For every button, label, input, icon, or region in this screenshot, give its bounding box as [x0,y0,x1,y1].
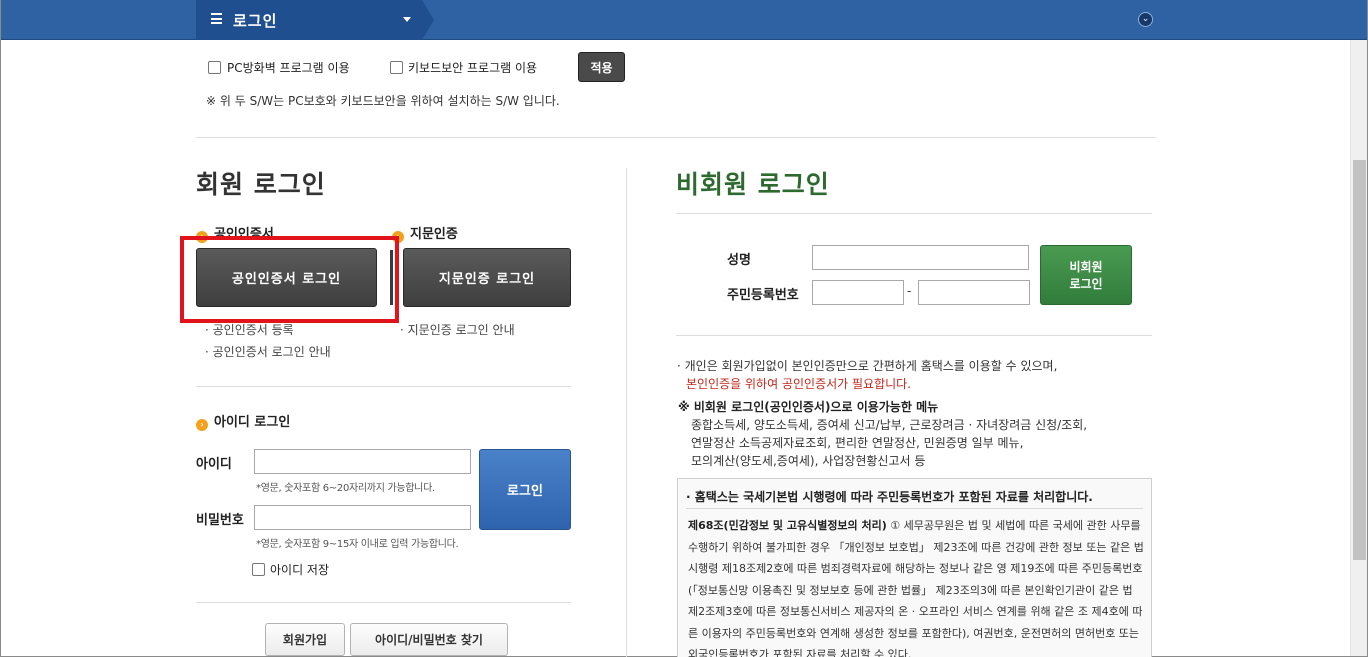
join-button[interactable]: 회원가입 [265,623,345,656]
login-button[interactable]: 로그인 [479,449,571,530]
rrn-dash: - [907,284,912,298]
highlight-box [180,236,399,323]
caret-down-icon[interactable] [403,17,411,22]
section-divider [196,137,1156,138]
rrn-label: 주민등록번호 [727,288,799,303]
law-article-title: 제68조(민감정보 및 고유식별정보의 처리) [688,519,887,532]
guest-divider-top [676,213,1152,214]
law-notice-box: · 홈택스는 국세기본법 시행령에 따라 주민등록번호가 포함된 자료를 처리합… [677,478,1152,657]
save-id-label: 아이디 저장 [270,563,330,577]
member-divider [196,386,571,387]
password-hint: *영문, 숫자포함 9~15자 이내로 입력 가능합니다. [256,539,459,550]
guest-login-heading: 비회원 로그인 [676,170,830,199]
keyboard-security-checkbox[interactable] [390,61,403,74]
guest-info-required: 본인인증을 위하여 공인인증서가 필요합니다. [686,377,912,391]
firewall-label: PC방화벽 프로그램 이용 [227,61,350,75]
rrn-back-input[interactable] [918,280,1030,305]
law-notice-title: · 홈택스는 국세기본법 시행령에 따라 주민등록번호가 포함된 자료를 처리합… [686,490,1093,504]
guest-menu-title: ※ 비회원 로그인(공인인증서)으로 이용가능한 메뉴 [678,400,939,414]
law-notice-text: 제68조(민감정보 및 고유식별정보의 처리) ① 세무공무원은 법 및 세법에… [688,515,1146,657]
member-bottom-divider [196,602,571,603]
guest-login-button[interactable]: 비회원 로그인 [1040,245,1132,305]
id-label: 아이디 [196,457,232,472]
column-divider [626,168,627,657]
apply-button[interactable]: 적용 [578,52,625,82]
finger-login-button[interactable]: 지문인증 로그인 [403,248,571,307]
menu-arrow-decoration [422,0,434,40]
cert-guide-link[interactable]: · 공인인증서 로그인 안내 [205,343,331,360]
id-login-head: › 아이디 로그인 [196,411,290,431]
id-hint: *영문, 숫자포함 6~20자리까지 가능합니다. [256,483,435,494]
law-notice-separator [686,508,1143,509]
rrn-front-input[interactable] [812,280,904,305]
id-input[interactable] [254,449,471,474]
find-account-button[interactable]: 아이디/비밀번호 찾기 [350,623,508,656]
guest-menu-line: 연말정산 소득공제자료조회, 편리한 연말정산, 민원증명 일부 메뉴, [691,436,1024,450]
finger-guide-link[interactable]: · 지문인증 로그인 안내 [400,321,515,338]
chevron-down-icon[interactable]: ⌄ [1138,12,1153,27]
guest-menu-line: 모의계산(양도세,증여세), 사업장현황신고서 등 [691,454,926,468]
menu-title[interactable]: 로그인 [233,10,277,31]
law-article-body: ① 세무공무원은 법 및 세법에 따른 국세에 관한 사무를 수행하기 위하여 … [688,519,1144,657]
arrow-right-icon: › [196,419,208,431]
name-label: 성명 [727,253,751,268]
hamburger-icon[interactable] [211,13,222,24]
guest-menu-line: 종합소득세, 양도소득세, 증여세 신고/납부, 근로장려금 · 자녀장려금 신… [691,418,1088,432]
keyboard-security-label: 키보드보안 프로그램 이용 [408,61,538,75]
menu-dropdown[interactable] [196,0,422,40]
scrollbar-thumb[interactable] [1353,160,1366,560]
save-id-checkbox[interactable] [252,563,265,576]
guest-divider-mid [676,335,1152,336]
cert-register-link[interactable]: · 공인인증서 등록 [205,321,294,338]
firewall-checkbox[interactable] [208,61,221,74]
security-note: ※ 위 두 S/W는 PC보호와 키보드보안을 위하여 설치하는 S/W 입니다… [206,94,560,108]
member-login-heading: 회원 로그인 [196,170,326,199]
page-scrollbar[interactable] [1350,40,1367,656]
password-label: 비밀번호 [196,513,244,528]
guest-info-line: · 개인은 회원가입없이 본인인증만으로 간편하게 홈택스를 이용할 수 있으며… [677,359,1058,373]
password-input[interactable] [254,505,471,530]
finger-section-head: › 지문인증 [392,223,458,243]
name-input[interactable] [812,245,1029,270]
